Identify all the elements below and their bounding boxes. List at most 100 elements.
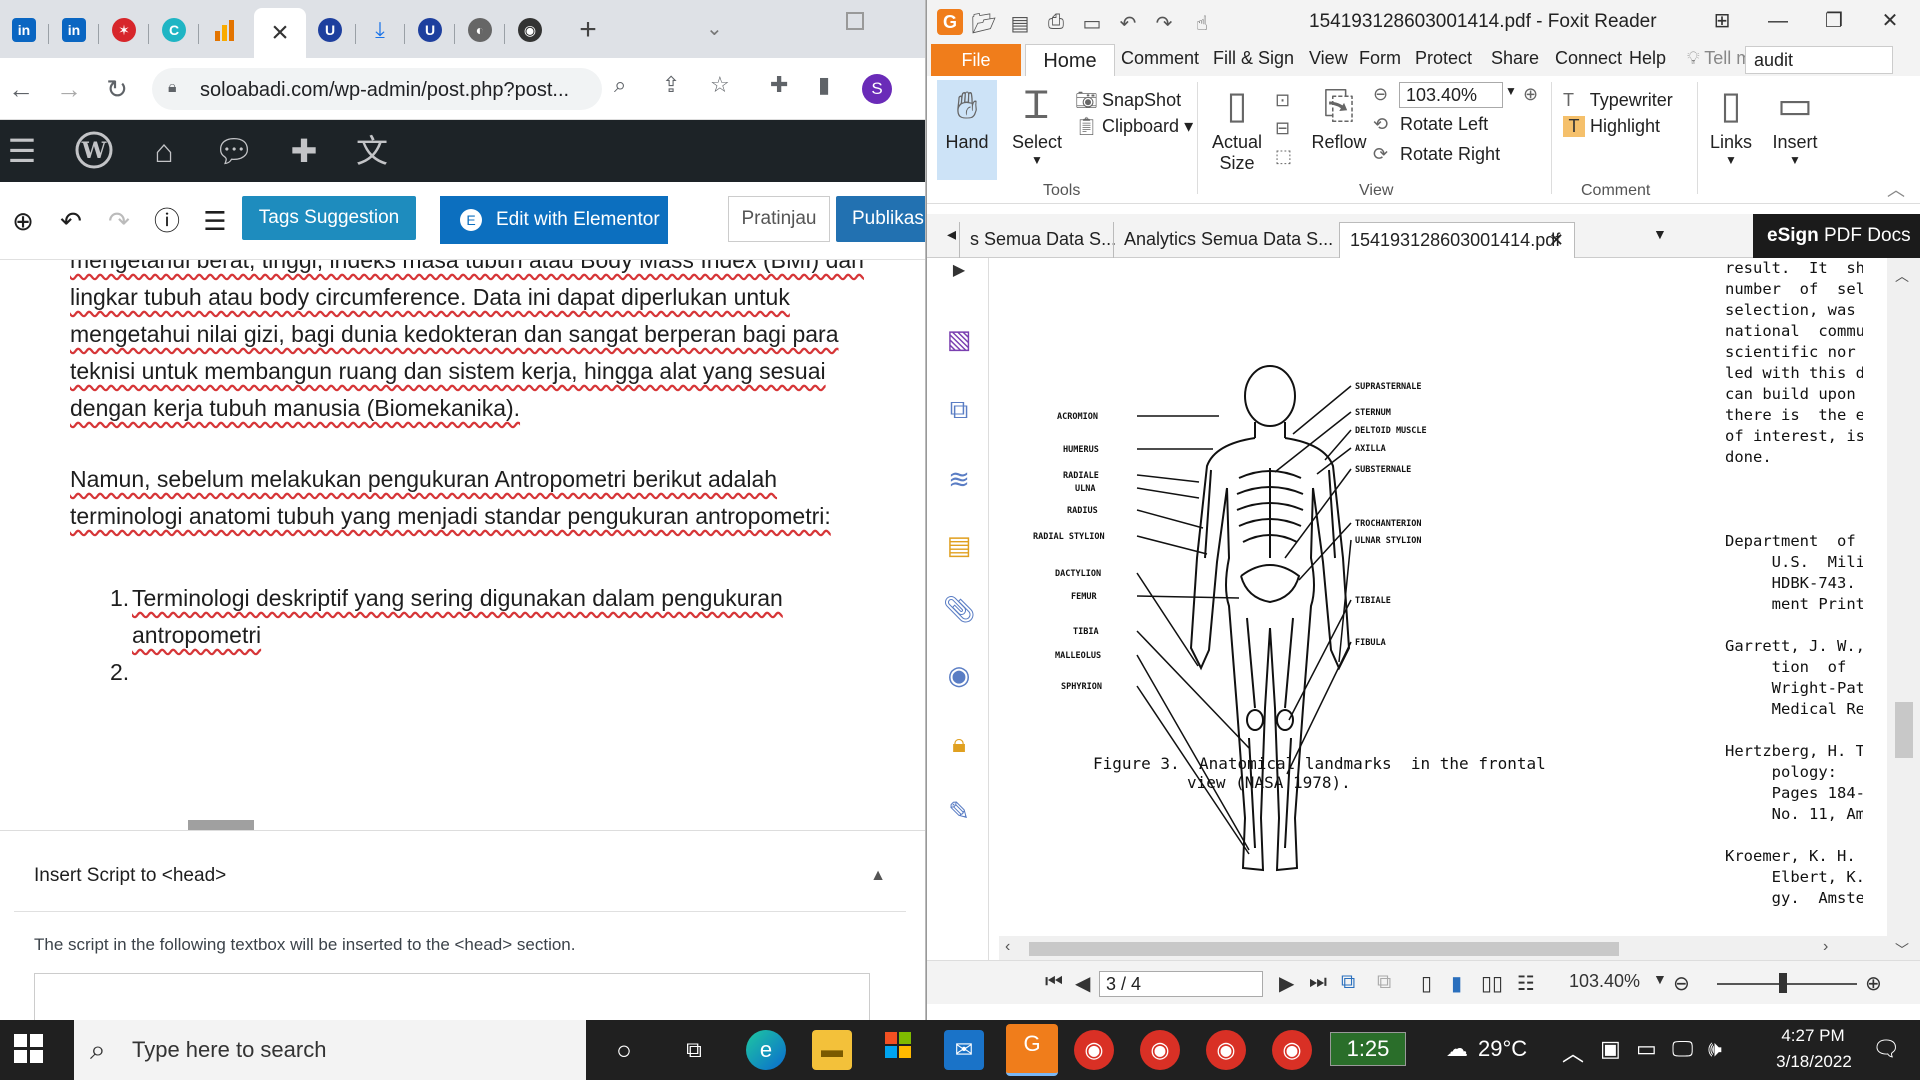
battery-icon[interactable]: ▭ (1636, 1036, 1657, 1062)
close-tab-icon[interactable]: ✕ (1549, 223, 1564, 257)
lock-icon[interactable]: 🔒︎ (943, 728, 975, 760)
volume-icon[interactable]: 🕪︎ (1708, 1036, 1722, 1062)
paragraph-1[interactable]: mengetahui berat, tinggi, indeks masa tu… (70, 260, 890, 427)
script-textarea[interactable] (34, 973, 870, 1020)
signature-icon[interactable]: ◉ (943, 660, 975, 692)
windows-start-icon[interactable] (14, 1034, 44, 1064)
cortana-icon[interactable]: ○ (604, 1030, 644, 1070)
tab-analytics[interactable] (200, 10, 248, 50)
wordpress-logo-icon[interactable]: W (72, 130, 116, 172)
pen-tool-icon[interactable]: ✎ (943, 796, 975, 828)
list-item[interactable]: 1. Terminologi deskriptif yang sering di… (110, 580, 783, 654)
highlight-button[interactable]: T Highlight (1563, 116, 1660, 137)
add-block-icon[interactable]: ⊕ (8, 206, 38, 236)
notification-icon[interactable]: 🗨︎ (1872, 1036, 1900, 1062)
weather-temp[interactable]: 29°C (1478, 1036, 1527, 1062)
menu-form[interactable]: Form (1359, 48, 1401, 69)
edit-with-elementor-button[interactable]: E Edit with Elementor (440, 196, 668, 244)
page-layout-icon[interactable]: ⧉ (1341, 971, 1355, 994)
chrome-profile-s-icon[interactable]: ◉ (1074, 1030, 1114, 1070)
redo-icon[interactable]: ↷ (104, 206, 134, 236)
zoom-select[interactable]: 103.40% (1399, 82, 1503, 108)
page-number-field[interactable]: 3 / 4 (1099, 971, 1263, 997)
tab-github[interactable]: ◉ (506, 10, 554, 50)
zoom-dropdown-icon[interactable]: ▼ (1653, 971, 1667, 987)
bookmark-icon[interactable]: ▧ (943, 324, 975, 356)
show-hidden-icons-icon[interactable]: ︿ (1562, 1036, 1584, 1068)
zoom-icon[interactable]: ⌕ (614, 72, 626, 98)
typewriter-button[interactable]: T Typewriter (1563, 90, 1673, 111)
scroll-left-icon[interactable]: ‹ (1005, 938, 1010, 956)
omnibox[interactable]: 🔒︎ soloabadi.com/wp-admin/post.php?post.… (152, 68, 602, 110)
expand-panel-icon[interactable]: ▶ (943, 260, 975, 292)
doc-tab-2[interactable]: Analytics Semua Data S... (1113, 222, 1333, 258)
undo-icon[interactable]: ↶ (1115, 11, 1141, 35)
menu-help[interactable]: Help (1629, 48, 1666, 69)
doc-tab-active[interactable]: 154193128603001414.pdf ✕ (1339, 222, 1575, 258)
metabox-title[interactable]: Insert Script to <head> (34, 865, 226, 887)
actual-size-button[interactable]: ▯ Actual Size (1207, 80, 1267, 174)
new-content-icon[interactable]: ✚ (282, 130, 326, 172)
zoom-in-icon[interactable]: ⊕ (1865, 971, 1882, 996)
bookmark-star-icon[interactable]: ☆ (710, 72, 730, 98)
zoom-slider[interactable] (1717, 983, 1857, 985)
snapshot-button[interactable]: 📷︎ SnapShot (1075, 90, 1181, 111)
profile-avatar[interactable]: S (862, 74, 892, 104)
rotate-right-button[interactable]: ⟳ Rotate Right (1373, 144, 1500, 165)
horizontal-scrollbar[interactable]: ‹ › (999, 936, 1887, 960)
next-page-icon[interactable]: ▶ (1279, 971, 1294, 996)
clock-time[interactable]: 4:27 PM (1768, 1026, 1858, 1046)
comments-icon[interactable]: ▤ (943, 530, 975, 562)
translate-icon[interactable]: 文 (350, 130, 394, 172)
tab-upwork-1[interactable]: U (306, 10, 354, 50)
tags-suggestion-button[interactable]: Tags Suggestion (242, 196, 416, 240)
ribbon-toggle-icon[interactable]: ⊞ (1697, 6, 1747, 36)
scan-icon[interactable]: ▭ (1079, 11, 1105, 35)
last-page-icon[interactable]: ⏭ (1309, 971, 1327, 994)
attachment-icon[interactable]: 📎︎ (943, 594, 976, 626)
restore-icon[interactable]: ❐ (1809, 6, 1859, 36)
fit-width-icon[interactable]: ⊟ (1275, 118, 1290, 139)
zoom-out-icon[interactable]: ⊖ (1673, 971, 1690, 996)
hand-dropdown-icon[interactable]: ☝ (1189, 11, 1215, 35)
undo-icon[interactable]: ↶ (56, 206, 86, 236)
esign-banner[interactable]: eSign PDF Docs (1753, 214, 1920, 258)
edge-icon[interactable]: e (746, 1030, 786, 1070)
home-icon[interactable]: ⌂ (142, 130, 186, 172)
collapse-ribbon-icon[interactable]: ︿ (1887, 176, 1905, 202)
extensions-icon[interactable]: ✚ (770, 72, 788, 98)
scroll-right-icon[interactable]: › (1823, 938, 1828, 956)
hand-tool-button[interactable]: ✋︎ Hand (937, 80, 997, 180)
tab-active[interactable]: × (254, 8, 306, 58)
tab-download[interactable]: ⤓ (356, 10, 404, 50)
preview-button[interactable]: Pratinjau (728, 196, 830, 242)
pdf-page-view[interactable]: ACROMION HUMERUS RADIALE ULNA RADIUS RAD… (993, 258, 1863, 936)
chrome-profile-3-icon[interactable]: ◉ (1206, 1030, 1246, 1070)
menu-connect[interactable]: Connect (1555, 48, 1622, 69)
zoom-slider-thumb[interactable] (1779, 973, 1787, 993)
mail-icon[interactable]: ✉ (944, 1030, 984, 1070)
close-tab-icon[interactable]: × (271, 16, 289, 50)
tab-linkedin-1[interactable]: in (0, 10, 48, 50)
continuous-facing-icon[interactable]: ☷ (1517, 971, 1535, 996)
save-icon[interactable]: ▤ (1007, 11, 1033, 35)
collapse-caret-icon[interactable]: ▲ (870, 867, 886, 885)
prev-page-icon[interactable]: ◀ (1075, 971, 1090, 996)
tabs-dropdown-icon[interactable]: ▼ (1653, 226, 1667, 242)
store-icon[interactable] (878, 1030, 918, 1070)
chrome-profile-4-icon[interactable]: ◉ (1272, 1030, 1312, 1070)
redo-icon[interactable]: ↷ (1151, 11, 1177, 35)
menu-home[interactable]: Home (1025, 44, 1115, 76)
menu-view[interactable]: View (1309, 48, 1348, 69)
fit-page-icon[interactable]: ⊡ (1275, 90, 1290, 111)
publish-button[interactable]: Publikasik (836, 196, 925, 242)
scroll-down-icon[interactable]: ﹀ (1895, 940, 1909, 960)
foxit-taskbar-icon[interactable]: G (1006, 1024, 1058, 1076)
clipboard-button[interactable]: 📋︎ Clipboard ▾ (1075, 116, 1193, 137)
weather-icon[interactable]: ☁ (1446, 1036, 1468, 1062)
file-explorer-icon[interactable]: ▬ (812, 1030, 852, 1070)
pages-icon[interactable]: ⧉ (943, 394, 975, 426)
menu-fill-sign[interactable]: Fill & Sign (1213, 48, 1294, 69)
insert-button[interactable]: ▭ Insert ▼ (1765, 80, 1825, 167)
reflow-button[interactable]: ⎘ Reflow (1309, 80, 1369, 153)
